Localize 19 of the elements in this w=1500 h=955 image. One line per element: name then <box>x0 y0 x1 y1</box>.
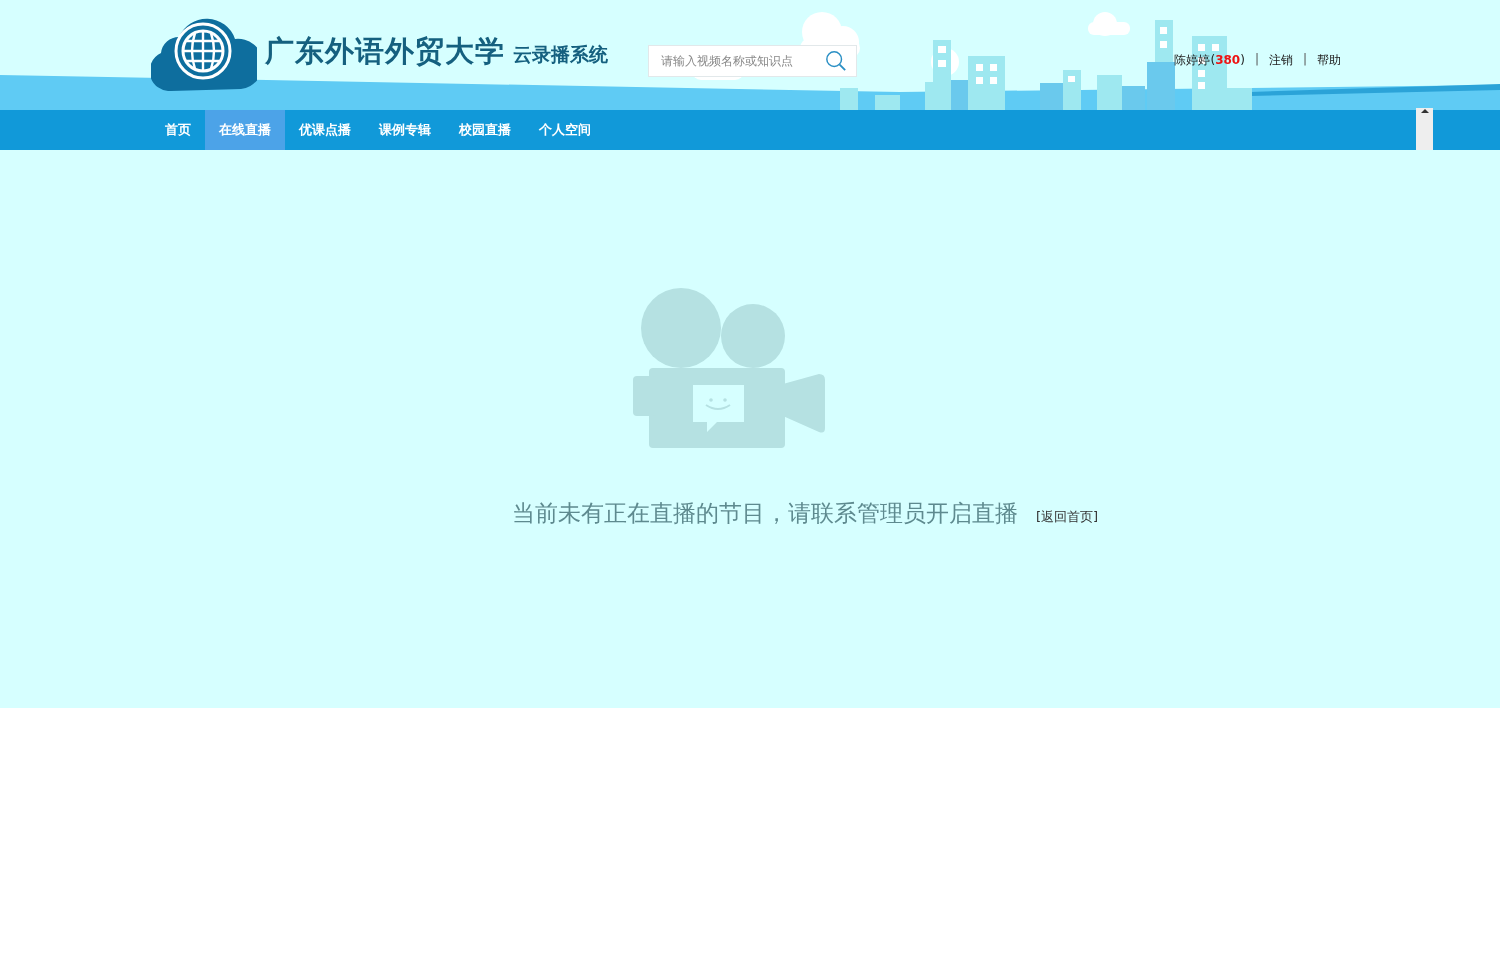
separator: | <box>1302 52 1307 68</box>
university-name: 广东外语外贸大学 <box>265 33 505 70</box>
nav-tab[interactable]: 优课点播 <box>285 110 365 150</box>
back-home-link[interactable]: [返回首页] <box>1035 508 1099 526</box>
scroll-top-tab[interactable] <box>1416 108 1433 150</box>
header-link[interactable]: 帮助 <box>1317 52 1341 69</box>
header-link[interactable]: 注销 <box>1268 52 1293 69</box>
user-name-points: 陈婷婷(380) <box>1174 52 1245 69</box>
separator: | <box>1254 52 1259 68</box>
search-field[interactable]: 请输入视频名称或知识点 <box>648 45 857 77</box>
system-name: 云录播系统 <box>513 42 608 67</box>
search-icon[interactable] <box>825 50 847 72</box>
nav-tab[interactable]: 个人空间 <box>525 110 605 150</box>
nav-tab[interactable]: 在线直播 <box>205 110 285 150</box>
nav-tab[interactable]: 首页 <box>151 110 205 150</box>
empty-message: 当前未有正在直播的节目，请联系管理员开启直播 <box>511 499 1018 528</box>
nav-tab[interactable]: 课例专辑 <box>365 110 445 150</box>
nav-tab[interactable]: 校园直播 <box>445 110 525 150</box>
video-camera-icon <box>633 288 827 450</box>
